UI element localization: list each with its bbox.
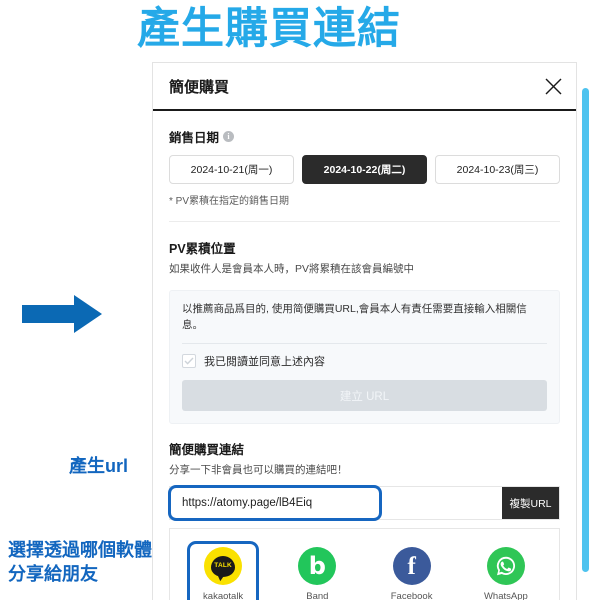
- sales-date-label-row: 銷售日期 i: [169, 127, 560, 146]
- sns-item-whatsapp[interactable]: WhatsApp: [459, 541, 553, 600]
- right-arrow-icon: [22, 295, 102, 333]
- page-scrollbar-thumb[interactable]: [582, 88, 589, 572]
- info-icon[interactable]: i: [223, 131, 235, 142]
- agreement-box: 以推薦商品爲目的, 使用简便購買URL,會員本人有責任需要直接輸入相關信息。 我…: [169, 289, 560, 425]
- sns-share-panel: TALK kakaotalk b Band f Facebook WhatsAp…: [169, 528, 560, 600]
- simple-purchase-modal: 簡便購買 銷售日期 i 2024-10-21(周一) 2024-10-22(周二…: [152, 62, 577, 600]
- copy-url-button[interactable]: 複製URL: [502, 487, 559, 520]
- whatsapp-icon: [486, 547, 525, 586]
- sns-label-band: Band: [306, 591, 329, 600]
- modal-body: 銷售日期 i 2024-10-21(周一) 2024-10-22(周二) 202…: [153, 111, 576, 600]
- sales-date-options: 2024-10-21(周一) 2024-10-22(周二) 2024-10-23…: [169, 155, 560, 184]
- pv-label: PV累積位置: [169, 242, 236, 256]
- agreement-checkbox[interactable]: [182, 354, 196, 369]
- sns-item-band[interactable]: b Band: [270, 541, 364, 600]
- agreement-checkbox-row[interactable]: 我已閱讀並同意上述內容: [182, 353, 547, 369]
- date-option-2[interactable]: 2024-10-22(周二): [302, 155, 427, 184]
- generated-url-input[interactable]: [170, 487, 502, 520]
- sales-date-section: 銷售日期 i 2024-10-21(周一) 2024-10-22(周二) 202…: [169, 111, 560, 207]
- sns-label-whatsapp: WhatsApp: [483, 591, 528, 600]
- facebook-icon: f: [392, 547, 431, 586]
- pv-description: 如果收件人是會員本人時，PV將累積在該會員編號中: [169, 263, 415, 275]
- share-link-section: 簡便購買連結 分享一下非會員也可以購買的連結吧！ 複製URL TALK kaka…: [168, 424, 560, 600]
- modal-header: 簡便購買: [153, 63, 576, 111]
- page-title: 產生購買連結: [137, 5, 401, 53]
- date-option-1[interactable]: 2024-10-21(周一): [169, 155, 294, 184]
- close-icon[interactable]: [542, 75, 564, 97]
- sales-date-note: * PV累積在指定的銷售日期: [169, 196, 290, 207]
- url-row: 複製URL: [168, 485, 560, 522]
- agreement-text: 以推薦商品爲目的, 使用简便購買URL,會員本人有責任需要直接輸入相關信息。: [182, 302, 527, 331]
- annotation-share-apps: 選擇透過哪個軟體 分享給朋友: [8, 540, 152, 585]
- pv-section: PV累積位置 如果收件人是會員本人時，PV將累積在該會員編號中 以推薦商品爲目的…: [169, 222, 560, 425]
- annotation-generate-url: 產生url: [69, 456, 129, 476]
- band-icon: b: [298, 547, 337, 586]
- share-link-title: 簡便購買連結: [169, 443, 245, 458]
- sns-grid: TALK kakaotalk b Band f Facebook WhatsAp…: [176, 541, 553, 600]
- sns-item-kakaotalk[interactable]: TALK kakaotalk: [176, 541, 270, 600]
- date-option-3[interactable]: 2024-10-23(周三): [435, 155, 560, 184]
- sns-label-facebook: Facebook: [390, 591, 433, 600]
- sns-item-facebook[interactable]: f Facebook: [365, 541, 459, 600]
- sns-label-kakaotalk: kakaotalk: [203, 591, 244, 600]
- kakaotalk-icon: TALK: [204, 547, 243, 586]
- modal-title: 簡便購買: [169, 78, 230, 96]
- agreement-divider: [182, 343, 547, 345]
- screenshot-root: 產生購買連結 簡便購買 銷售日期 i 2024-10-21(周一) 2024-1…: [0, 0, 592, 600]
- create-url-button[interactable]: 建立 URL: [182, 380, 547, 412]
- sales-date-label: 銷售日期: [169, 131, 220, 145]
- agreement-checkbox-label: 我已閱讀並同意上述內容: [204, 356, 325, 369]
- share-link-subtitle: 分享一下非會員也可以購買的連結吧！: [169, 464, 348, 477]
